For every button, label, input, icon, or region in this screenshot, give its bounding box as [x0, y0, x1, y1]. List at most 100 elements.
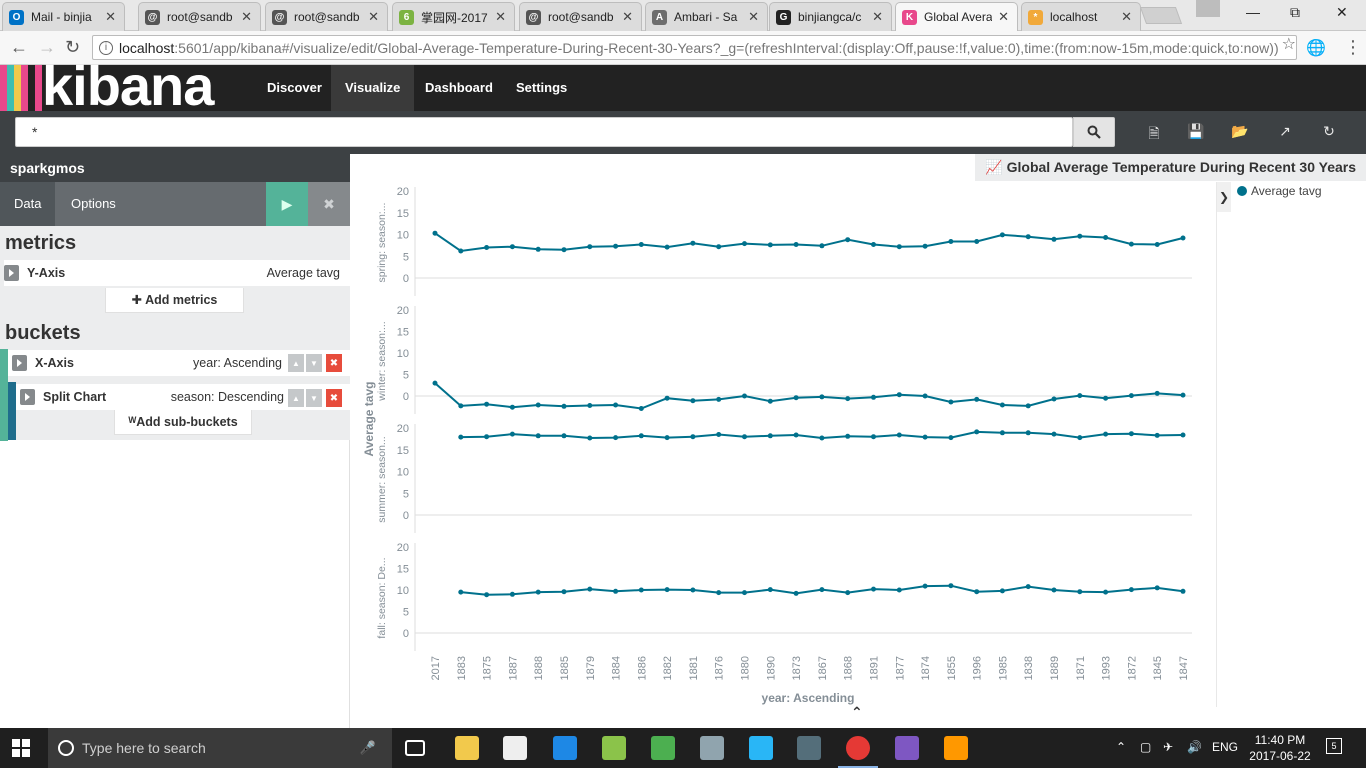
x-tick-label: 1880 — [740, 656, 752, 680]
move-down-icon[interactable]: ▼ — [306, 354, 322, 372]
tab-data[interactable]: Data — [0, 182, 56, 226]
legend-toggle-icon[interactable]: ❯ — [1217, 182, 1231, 212]
close-tab-icon[interactable]: ✕ — [872, 9, 883, 25]
add-sub-buckets-button[interactable]: ᵂAdd sub-buckets — [114, 410, 252, 435]
globe-extension-icon[interactable]: 🌐 — [1306, 38, 1326, 58]
x-tick-label: 1845 — [1152, 656, 1164, 680]
browser-tab[interactable]: K Global Avera ✕ — [895, 2, 1018, 31]
close-tab-icon[interactable]: ✕ — [368, 9, 379, 25]
remote-desktop-icon[interactable] — [700, 736, 724, 760]
intellij-icon[interactable] — [895, 736, 919, 760]
edge-icon[interactable] — [553, 736, 577, 760]
data-point — [509, 431, 515, 437]
task-view-icon[interactable] — [405, 740, 425, 756]
microphone-icon[interactable]: 🎤 — [360, 740, 376, 756]
apply-button[interactable]: ▶ — [266, 182, 308, 226]
browser-tab[interactable]: @ root@sandb ✕ — [138, 2, 261, 31]
y-axis-agg[interactable]: Y-Axis Average tavg — [4, 260, 350, 286]
notepad-icon[interactable] — [651, 736, 675, 760]
add-metrics-button[interactable]: ✚ Add metrics — [105, 288, 244, 313]
browser-tab[interactable]: * localhost ✕ — [1021, 2, 1141, 31]
nav-visualize[interactable]: Visualize — [331, 65, 415, 111]
file-explorer-icon[interactable] — [455, 736, 479, 760]
kibana-logo[interactable]: kibana — [42, 53, 214, 118]
panel-label: spring: season:... — [376, 203, 388, 283]
data-point — [638, 433, 644, 439]
windows-start-icon[interactable] — [12, 739, 30, 757]
chrome-icon[interactable] — [846, 736, 870, 760]
store-icon[interactable] — [503, 736, 527, 760]
nav-discover[interactable]: Discover — [253, 65, 336, 111]
legend-item[interactable]: Average tavg — [1237, 184, 1322, 198]
close-tab-icon[interactable]: ✕ — [495, 9, 506, 25]
chevron-up-icon[interactable]: ⌃ — [851, 704, 863, 721]
refresh-icon[interactable]: ↻ — [1321, 123, 1337, 139]
browser-tab[interactable]: A Ambari - Sa ✕ — [645, 2, 768, 31]
minimize-icon[interactable]: — — [1246, 4, 1260, 20]
y-tick-label: 0 — [403, 628, 409, 640]
move-down-icon[interactable]: ▼ — [306, 389, 322, 407]
data-point — [767, 433, 773, 439]
virtualbox-icon[interactable] — [749, 736, 773, 760]
discard-button[interactable]: ✖ — [308, 182, 350, 226]
paint-icon[interactable] — [944, 736, 968, 760]
profile-icon[interactable] — [1196, 0, 1220, 17]
new-visualization-icon[interactable]: 🗎 — [1146, 123, 1162, 141]
panel-label: fall: season: De... — [376, 557, 388, 638]
notification-icon[interactable]: 5 — [1326, 738, 1342, 754]
close-tab-icon[interactable]: ✕ — [1121, 9, 1132, 25]
back-icon[interactable]: ← — [10, 37, 28, 58]
taskbar-search[interactable]: Type here to search 🎤 — [48, 728, 392, 768]
search-button[interactable] — [1073, 117, 1115, 147]
restore-icon[interactable]: ⧉ — [1290, 4, 1300, 21]
browser-tab[interactable]: @ root@sandb ✕ — [519, 2, 642, 31]
tray-expand-icon[interactable]: ⌃ — [1116, 740, 1126, 754]
url-field[interactable]: i localhost:5601/app/kibana#/visualize/e… — [92, 35, 1297, 60]
bookmark-star-icon[interactable]: ☆ — [1282, 34, 1296, 54]
open-icon[interactable]: 📂 — [1231, 123, 1248, 139]
close-tab-icon[interactable]: ✕ — [241, 9, 252, 25]
search-input[interactable]: * — [15, 117, 1073, 147]
move-up-icon[interactable]: ▲ — [288, 354, 304, 372]
data-point — [896, 392, 902, 398]
close-tab-icon[interactable]: ✕ — [998, 9, 1009, 25]
tab-options[interactable]: Options — [57, 182, 130, 226]
nav-settings[interactable]: Settings — [502, 65, 581, 111]
data-point — [587, 586, 593, 592]
data-point — [896, 432, 902, 438]
menu-icon[interactable]: ⋮ — [1344, 37, 1362, 58]
data-point — [535, 246, 541, 252]
move-up-icon[interactable]: ▲ — [288, 389, 304, 407]
expand-toggle-icon[interactable] — [20, 389, 35, 405]
expand-toggle-icon[interactable] — [12, 355, 27, 371]
data-point — [845, 396, 851, 402]
browser-tab[interactable]: Gbinjiangca/c ✕ — [769, 2, 892, 31]
close-tab-icon[interactable]: ✕ — [622, 9, 633, 25]
data-point — [1077, 233, 1083, 239]
airplane-icon[interactable]: ✈ — [1163, 740, 1173, 754]
share-icon[interactable]: ↗ — [1277, 123, 1293, 139]
data-point — [974, 429, 980, 435]
git-icon[interactable] — [602, 736, 626, 760]
close-window-icon[interactable]: ✕ — [1336, 4, 1348, 21]
data-point — [690, 240, 696, 246]
language-indicator[interactable]: ENG — [1212, 740, 1238, 754]
browser-tab[interactable]: @ root@sandb ✕ — [265, 2, 388, 31]
browser-tab[interactable]: 6 掌园网-2017 ✕ — [392, 2, 515, 31]
save-icon[interactable]: 💾 — [1187, 123, 1204, 139]
battery-icon[interactable]: ▢ — [1140, 740, 1151, 754]
nav-dashboard[interactable]: Dashboard — [411, 65, 507, 111]
clock[interactable]: 11:40 PM 2017-06-22 — [1240, 732, 1320, 764]
data-point — [458, 589, 464, 595]
remove-icon[interactable]: ✖ — [326, 389, 342, 407]
new-tab-button[interactable] — [1139, 7, 1183, 24]
volume-icon[interactable]: 🔊 — [1187, 740, 1202, 754]
remove-icon[interactable]: ✖ — [326, 354, 342, 372]
close-tab-icon[interactable]: ✕ — [105, 9, 116, 25]
close-tab-icon[interactable]: ✕ — [748, 9, 759, 25]
network-tool-icon[interactable] — [797, 736, 821, 760]
expand-toggle-icon[interactable] — [4, 265, 19, 281]
editor-sidebar: sparkgmos Data Options ▶ ✖ metrics Y-Axi… — [0, 154, 350, 728]
x-tick-label: 1855 — [946, 656, 958, 680]
browser-tab[interactable]: O Mail - binjia ✕ — [2, 2, 125, 31]
